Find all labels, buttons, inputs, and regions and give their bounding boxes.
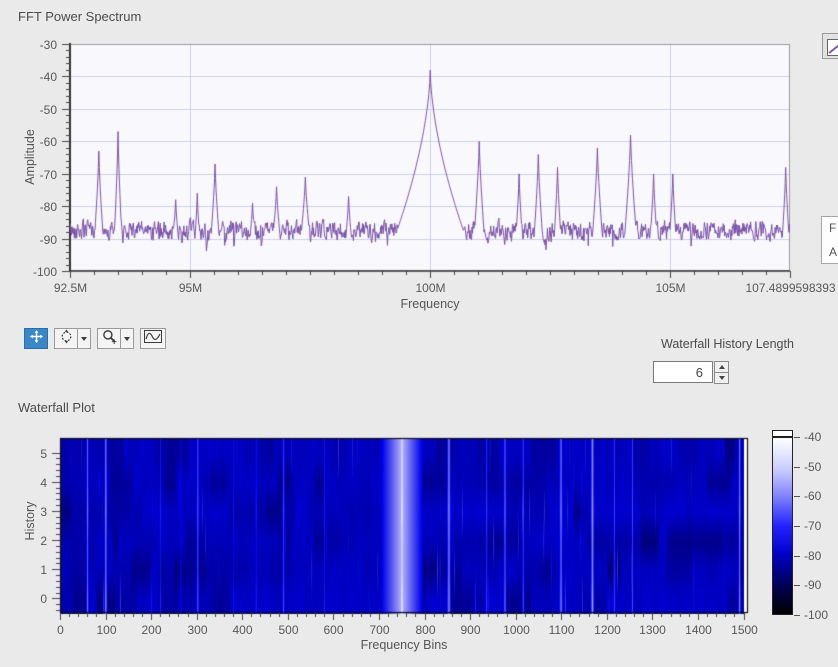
- colorbar-out-of-range-box: [772, 430, 793, 437]
- waterfall-y-tick-label: 1: [40, 563, 47, 577]
- waterfall-plot-canvas[interactable]: [48, 430, 760, 630]
- app-window: { "window": { "bg_color": "#eaeaea" }, "…: [0, 0, 838, 667]
- zoom-tool-button[interactable]: [97, 328, 121, 349]
- waterfall-y-tick-label: 5: [40, 447, 47, 461]
- fft-graph-title: FFT Power Spectrum: [18, 9, 141, 24]
- colorbar-tick-mark: [794, 437, 800, 438]
- zoom-tool-dropdown[interactable]: [121, 328, 134, 349]
- colorbar: [772, 437, 793, 615]
- colorbar-tick-mark: [794, 467, 800, 468]
- waterfall-history-length-label: Waterfall History Length: [661, 337, 794, 351]
- colorbar-tick-mark: [794, 556, 800, 557]
- waterfall-history-length-value: 6: [696, 365, 703, 380]
- colorbar-tick-mark: [794, 496, 800, 497]
- waterfall-graph-title: Waterfall Plot: [18, 400, 95, 415]
- colorbar-tick-label: -60: [804, 489, 821, 503]
- colorbar-tick-label: -80: [804, 549, 821, 563]
- cursor-readout-panel: F A: [821, 216, 838, 264]
- colorbar-tick-label: -50: [804, 460, 821, 474]
- fft-plot-canvas[interactable]: [50, 34, 800, 292]
- waterfall-history-length-input[interactable]: 6: [653, 361, 713, 383]
- fft-y-axis-label: Amplitude: [23, 129, 37, 185]
- waterfall-y-tick-label: 3: [40, 505, 47, 519]
- down-arrow-icon: [719, 376, 725, 380]
- waterfall-x-axis-label: Frequency Bins: [361, 638, 448, 652]
- waterfall-y-axis-label: History: [23, 502, 37, 541]
- colorbar-tick-label: -90: [804, 578, 821, 592]
- fft-x-axis-label: Frequency: [400, 297, 459, 311]
- cursor-readout-line2: A: [829, 245, 837, 259]
- decrement-button[interactable]: [714, 372, 729, 384]
- magnifier-icon: [102, 329, 117, 349]
- colorbar-tick-mark: [794, 526, 800, 527]
- colorbar-tick-label: -40: [804, 430, 821, 444]
- waveform-icon: [144, 330, 162, 348]
- colorbar-tick-label: -70: [804, 519, 821, 533]
- waterfall-y-tick-label: 0: [40, 592, 47, 606]
- chevron-down-icon: [124, 337, 130, 341]
- plot-legend[interactable]: [822, 33, 838, 59]
- graph-palette: [24, 328, 166, 350]
- waterfall-y-tick-label: 2: [40, 534, 47, 548]
- colorbar-tick-label: -100: [804, 608, 828, 622]
- cursor-tool-button[interactable]: [24, 328, 48, 349]
- crosshair-icon: [29, 329, 44, 349]
- pan-tool-dropdown[interactable]: [78, 328, 91, 349]
- colorbar-tick-mark: [794, 615, 800, 616]
- pan-icon: [59, 329, 74, 349]
- colorbar-tick-mark: [794, 585, 800, 586]
- waterfall-y-tick-label: 4: [40, 476, 47, 490]
- plot-style-button[interactable]: [140, 328, 166, 349]
- cursor-readout-line1: F: [829, 221, 836, 235]
- plot-legend-line-icon: [827, 39, 838, 56]
- up-arrow-icon: [719, 365, 725, 369]
- pan-tool-button[interactable]: [54, 328, 78, 349]
- chevron-down-icon: [81, 337, 87, 341]
